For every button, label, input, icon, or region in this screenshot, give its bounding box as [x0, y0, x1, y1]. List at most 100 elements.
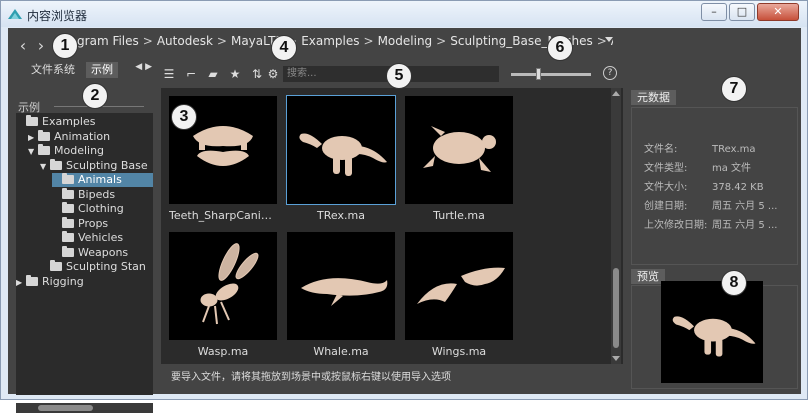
- trex-preview-icon: [672, 316, 756, 357]
- close-button[interactable]: ✕: [757, 3, 799, 21]
- tree-item-label: Animation: [54, 129, 111, 143]
- folder-icon: [62, 216, 74, 228]
- breadcrumb-separator: >: [363, 34, 374, 48]
- tree-item[interactable]: Props: [52, 216, 153, 231]
- left-tabs: 文件系统 示例 ◀ ▶: [10, 62, 152, 78]
- turtle-model-icon[interactable]: [405, 96, 513, 204]
- thumbnail-size-slider[interactable]: [511, 73, 591, 76]
- expand-caret-icon[interactable]: ▼: [28, 145, 38, 159]
- tree-item-label: Vehicles: [78, 231, 124, 244]
- parent-folder-icon[interactable]: ⌐: [183, 66, 199, 82]
- folder-icon: [38, 144, 50, 155]
- help-icon[interactable]: ?: [603, 66, 617, 80]
- metadata-key: 文件名:: [644, 144, 678, 155]
- tree-item-label: Weapons: [78, 245, 129, 259]
- metadata-title: 元数据: [631, 90, 676, 105]
- tree-item-label: Examples: [42, 115, 96, 128]
- tree-item[interactable]: Vehicles: [52, 231, 153, 245]
- metadata-value: 378.42 KB: [712, 182, 764, 193]
- preview-title: 预览: [631, 269, 665, 284]
- left-panel: 文件系统 示例 ◀ ▶ 示例 Examples ▶ Animation ▼ Modeli…: [10, 59, 153, 413]
- tree-item[interactable]: Clothing: [52, 202, 153, 216]
- favorite-star-icon[interactable]: ★: [227, 66, 243, 82]
- tree-item[interactable]: ▼ Modeling: [28, 144, 153, 158]
- callout-badge: 1: [52, 33, 78, 59]
- tree-item[interactable]: Sculpting Stan: [40, 260, 153, 274]
- maximize-button[interactable]: □: [729, 3, 755, 21]
- expand-caret-icon[interactable]: ▼: [40, 160, 50, 174]
- expand-caret-icon[interactable]: ▶: [28, 131, 38, 145]
- content-browser-window: 内容浏览器 – □ ✕ ‹ › Program Files > Autodesk > M…: [0, 0, 808, 413]
- tree-item[interactable]: Animals: [52, 173, 153, 187]
- tree-item[interactable]: ▶ Rigging: [16, 274, 153, 290]
- metadata-key: 文件大小:: [644, 182, 688, 193]
- tree-item[interactable]: Examples: [16, 115, 153, 129]
- title-bar[interactable]: 内容浏览器 – □ ✕: [1, 1, 807, 27]
- thumbnail-gallery: Teeth_SharpCanines.... TRex.ma Turtle.ma Wa…: [161, 88, 623, 364]
- metadata-row: 创建日期: 周五 六月 5 ...: [644, 197, 777, 212]
- asset-thumbnail[interactable]: Wasp.ma: [169, 232, 277, 358]
- asset-label: Turtle.ma: [433, 209, 485, 222]
- folder-icon: [26, 115, 38, 126]
- wasp-model-icon[interactable]: [169, 232, 277, 340]
- tree-item-label: Sculpting Stan: [66, 260, 146, 273]
- new-folder-icon[interactable]: ▰: [205, 66, 221, 82]
- callout-badge: 8: [721, 270, 747, 296]
- sort-icon[interactable]: ⇅: [249, 66, 265, 82]
- breadcrumb-item[interactable]: Autodesk: [157, 34, 213, 48]
- forward-arrow-icon[interactable]: ›: [32, 35, 50, 57]
- app-icon: [8, 9, 22, 19]
- tree-item[interactable]: Bipeds: [52, 187, 153, 202]
- tree-item[interactable]: ▼ Sculpting Base: [40, 158, 153, 174]
- tab-examples[interactable]: 示例: [86, 62, 118, 78]
- tree-item-label: Modeling: [54, 144, 105, 157]
- folder-icon: [50, 158, 62, 170]
- scroll-down-icon[interactable]: [612, 356, 620, 361]
- folder-tree: Examples ▶ Animation ▼ Modeling ▼ Sculpting Ba…: [16, 113, 153, 395]
- path-dropdown-icon[interactable]: [605, 37, 613, 42]
- asset-label: Teeth_SharpCanines....: [169, 209, 277, 222]
- asset-label: Wasp.ma: [197, 345, 249, 358]
- tree-item[interactable]: Weapons: [52, 245, 153, 260]
- breadcrumb-item[interactable]: Examples: [301, 34, 359, 48]
- breadcrumb[interactable]: Program Files>Autodesk>MayaLT2>Examples>…: [58, 32, 613, 50]
- tree-item-label: Animals: [78, 173, 122, 186]
- asset-thumbnail[interactable]: TRex.ma: [286, 95, 396, 222]
- callout-badge: 5: [386, 63, 412, 89]
- metadata-value: TRex.ma: [712, 144, 756, 155]
- whale-model-icon[interactable]: [287, 232, 395, 340]
- tree-item-label: Bipeds: [78, 187, 116, 201]
- tree-item-label: Rigging: [42, 274, 84, 288]
- folder-icon: [62, 245, 74, 257]
- tab-file-system[interactable]: 文件系统: [26, 62, 80, 78]
- scrollbar-thumb[interactable]: [613, 268, 619, 348]
- asset-thumbnail[interactable]: Wings.ma: [405, 232, 513, 358]
- list-view-icon[interactable]: ☰: [161, 66, 177, 82]
- settings-gear-icon[interactable]: ⚙: [265, 66, 281, 82]
- folder-icon: [26, 274, 38, 286]
- tree-horizontal-scrollbar[interactable]: [16, 403, 153, 413]
- tab-scroll-arrows-icon[interactable]: ◀ ▶: [135, 62, 152, 72]
- breadcrumb-item[interactable]: Modeling: [378, 34, 433, 48]
- right-panel: 元数据 文件名: TRex.ma 文件类型: ma 文件 文件大小: 378.42 KB 创…: [629, 59, 799, 389]
- scrollbar-thumb[interactable]: [38, 405, 93, 411]
- slider-handle[interactable]: [536, 68, 541, 80]
- asset-label: TRex.ma: [317, 209, 365, 222]
- minimize-button[interactable]: –: [701, 3, 727, 21]
- metadata-row: 上次修改日期: 周五 六月 5 ...: [644, 216, 777, 231]
- back-arrow-icon[interactable]: ‹: [14, 35, 32, 57]
- wings-model-icon[interactable]: [405, 232, 513, 340]
- tree-item[interactable]: ▶ Animation: [28, 129, 153, 145]
- status-hint: 要导入文件，请将其拖放到场景中或按鼠标右键以使用导入选项: [171, 372, 451, 383]
- metadata-key: 文件类型:: [644, 163, 688, 174]
- expand-caret-icon[interactable]: ▶: [16, 276, 26, 290]
- trex-model-icon[interactable]: [286, 95, 396, 205]
- asset-thumbnail[interactable]: Whale.ma: [287, 232, 395, 358]
- scroll-up-icon[interactable]: [612, 91, 620, 96]
- callout-badge: 3: [171, 104, 197, 130]
- metadata-value: 周五 六月 5 ...: [712, 220, 778, 231]
- gallery-vertical-scrollbar[interactable]: [611, 88, 621, 364]
- breadcrumb-separator: >: [436, 34, 447, 48]
- asset-thumbnail[interactable]: Turtle.ma: [405, 96, 513, 222]
- metadata-key: 创建日期:: [644, 201, 688, 212]
